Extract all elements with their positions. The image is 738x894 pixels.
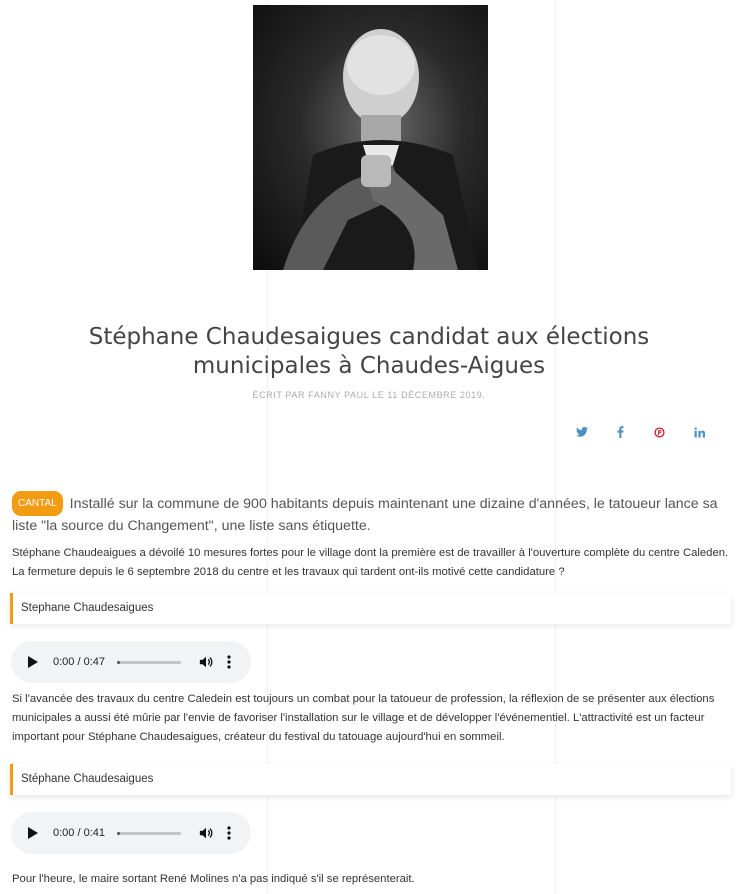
audio-progress-fill bbox=[117, 660, 120, 664]
audio-caption: Stéphane Chaudesaigues bbox=[10, 764, 731, 795]
pinterest-icon[interactable] bbox=[651, 424, 667, 440]
lead-text: Installé sur la commune de 900 habitants… bbox=[12, 496, 718, 534]
audio-progress-track[interactable] bbox=[117, 660, 181, 664]
article-paragraph: Si l'avancée des travaux du centre Caled… bbox=[12, 693, 715, 743]
audio-progress-fill bbox=[117, 831, 120, 835]
linkedin-icon[interactable] bbox=[691, 424, 707, 440]
audio-player[interactable]: 0:00 / 0:41 bbox=[11, 812, 251, 854]
layout-guide bbox=[555, 0, 556, 894]
article-title: Stéphane Chaudesaigues candidat aux élec… bbox=[88, 324, 650, 379]
audio-player[interactable]: 0:00 / 0:47 bbox=[11, 641, 251, 683]
facebook-icon[interactable] bbox=[612, 424, 628, 440]
audio-time: 0:00 / 0:41 bbox=[53, 827, 105, 839]
audio-progress-track[interactable] bbox=[117, 831, 181, 835]
audio-caption: Stephane Chaudesaigues bbox=[10, 593, 731, 624]
article-byline: ÉCRIT PAR FANNY PAUL LE 11 DÉCEMBRE 2019… bbox=[252, 390, 486, 400]
more-options-icon[interactable] bbox=[227, 655, 231, 669]
more-options-icon[interactable] bbox=[227, 826, 231, 840]
article-lead: CANTAL Installé sur la commune de 900 ha… bbox=[12, 491, 730, 537]
category-tag[interactable]: CANTAL bbox=[12, 491, 63, 516]
audio-time: 0:00 / 0:47 bbox=[53, 656, 105, 668]
volume-icon[interactable] bbox=[199, 826, 213, 840]
play-icon[interactable] bbox=[27, 827, 39, 839]
play-icon[interactable] bbox=[27, 656, 39, 668]
twitter-icon[interactable] bbox=[574, 424, 590, 440]
volume-icon[interactable] bbox=[199, 655, 213, 669]
portrait-photo bbox=[283, 29, 478, 270]
article-paragraph: Stéphane Chaudeaigues a dévoilé 10 mesur… bbox=[12, 547, 729, 578]
hero-image bbox=[253, 5, 488, 270]
article-paragraph: Pour l'heure, le maire sortant René Moli… bbox=[12, 873, 415, 885]
